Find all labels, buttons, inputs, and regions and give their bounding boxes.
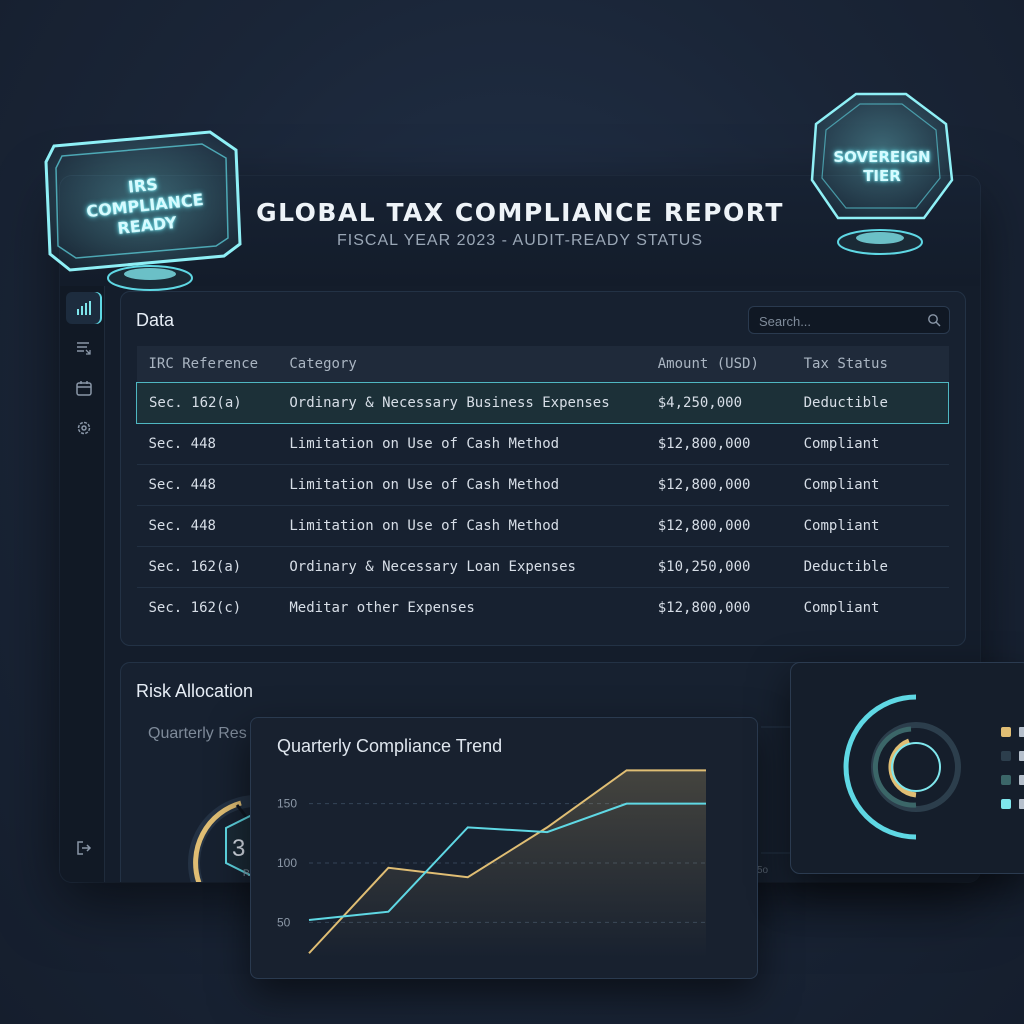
legend-item: ■ xyxy=(1001,799,1024,811)
sidebar-item-filters[interactable] xyxy=(66,332,102,364)
column-header[interactable]: Tax Status xyxy=(791,346,949,383)
legend-item: ■ xyxy=(1001,775,1024,787)
logout-icon xyxy=(77,841,92,855)
legend-label: ■ xyxy=(1019,799,1024,809)
irs-compliance-badge: IRS COMPLIANCE READY xyxy=(40,128,245,303)
legend-label: ■ xyxy=(1019,751,1024,761)
gear-icon xyxy=(77,421,91,435)
amount: $10,250,000 xyxy=(645,546,792,588)
sidebar-item-calendar[interactable] xyxy=(66,372,102,404)
tax-status: Compliant xyxy=(791,464,949,506)
data-panel-title: Data xyxy=(136,310,175,330)
search-input[interactable] xyxy=(757,307,921,335)
legend-swatch xyxy=(1001,775,1011,785)
irc-reference: Sec. 448 xyxy=(136,423,278,465)
irc-reference: Sec. 448 xyxy=(136,464,278,506)
y-tick-label: 50 xyxy=(277,915,291,929)
category: Limitation on Use of Cash Method xyxy=(277,505,646,547)
amount: $12,800,000 xyxy=(645,423,792,465)
search-icon[interactable] xyxy=(927,313,941,327)
table-row[interactable]: Sec. 448 Limitation on Use of Cash Metho… xyxy=(136,505,949,547)
category: Limitation on Use of Cash Method xyxy=(277,423,646,465)
risk-donut-chart xyxy=(843,694,961,840)
sidebar xyxy=(60,286,105,882)
table-row[interactable]: Sec. 162(a) Ordinary & Necessary Busines… xyxy=(136,382,949,424)
amount: $12,800,000 xyxy=(645,464,792,506)
search-box[interactable] xyxy=(748,306,950,335)
amount: $12,800,000 xyxy=(645,505,792,547)
category: Ordinary & Necessary Business Expenses xyxy=(277,382,646,424)
category: Meditar other Expenses xyxy=(277,587,646,628)
amount: $4,250,000 xyxy=(645,382,792,424)
column-header[interactable]: Category xyxy=(277,346,646,383)
amount: $12,800,000 xyxy=(645,587,792,628)
legend-swatch xyxy=(1001,727,1011,737)
category: Ordinary & Necessary Loan Expenses xyxy=(277,546,646,588)
sidebar-item-logout[interactable] xyxy=(66,832,102,864)
irc-reference: Sec. 162(a) xyxy=(136,546,278,588)
donut-ring-inner xyxy=(891,742,941,792)
sidebar-item-settings[interactable] xyxy=(66,412,102,444)
column-header[interactable]: Amount (USD) xyxy=(645,346,792,383)
y-tick-label: 150 xyxy=(277,797,297,811)
risk-donut-card: ■ ■ ■ ■ xyxy=(790,662,1024,874)
tax-status: Compliant xyxy=(791,423,949,465)
legend-swatch xyxy=(1001,751,1011,761)
table-row[interactable]: Sec. 162(c) Meditar other Expenses $12,8… xyxy=(136,587,949,628)
trend-chart: 50 100 150 xyxy=(277,769,706,958)
calendar-icon xyxy=(76,381,92,396)
compliance-table: IRC Reference Category Amount (USD) Tax … xyxy=(136,346,949,628)
irc-reference: Sec. 448 xyxy=(136,505,278,547)
series-area xyxy=(309,770,706,958)
tax-status: Deductible xyxy=(791,382,949,424)
column-header[interactable]: IRC Reference xyxy=(136,346,278,383)
table-header-row: IRC Reference Category Amount (USD) Tax … xyxy=(136,346,949,383)
legend-label: ■ xyxy=(1019,727,1024,737)
tax-status: Deductible xyxy=(791,546,949,588)
legend-item: ■ xyxy=(1001,751,1024,763)
filter-list-icon xyxy=(77,342,91,355)
data-panel: Data IRC Reference Category Amount (USD)… xyxy=(120,291,966,646)
background-axis-tick: 5o xyxy=(757,865,769,876)
category: Limitation on Use of Cash Method xyxy=(277,464,646,506)
table-row[interactable]: Sec. 162(a) Ordinary & Necessary Loan Ex… xyxy=(136,546,949,588)
legend-item: ■ xyxy=(1001,727,1024,739)
table-row[interactable]: Sec. 448 Limitation on Use of Cash Metho… xyxy=(136,423,949,465)
irc-reference: Sec. 162(c) xyxy=(136,587,278,628)
y-tick-label: 100 xyxy=(277,856,297,870)
table-row[interactable]: Sec. 448 Limitation on Use of Cash Metho… xyxy=(136,464,949,506)
trend-chart-card: Quarterly Compliance Trend 50 100 150 xyxy=(250,717,758,979)
donut-ring-outer xyxy=(843,694,917,840)
tier-badge-label: SOVEREIGN TIER xyxy=(833,148,931,185)
tax-status: Compliant xyxy=(791,505,949,547)
sovereign-tier-badge: SOVEREIGN TIER xyxy=(806,90,956,270)
irc-reference: Sec. 162(a) xyxy=(136,382,278,424)
tax-status: Compliant xyxy=(791,587,949,628)
legend-swatch xyxy=(1001,799,1011,809)
legend-label: ■ xyxy=(1019,775,1024,785)
